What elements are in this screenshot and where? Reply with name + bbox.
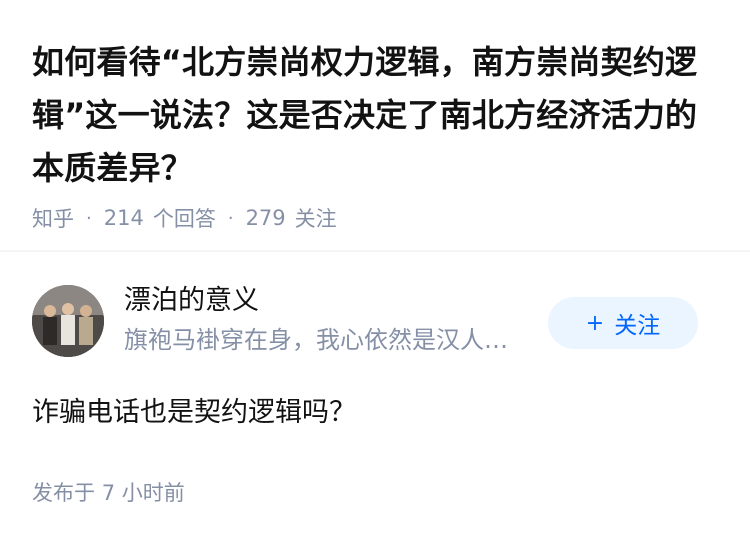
plus-icon: +: [585, 310, 605, 336]
followers-count: 279: [245, 206, 286, 230]
answers-label[interactable]: 个回答: [153, 203, 216, 233]
question-meta: 知乎 · 214 个回答 · 279 关注: [32, 203, 716, 233]
dot-separator-icon: ·: [86, 207, 92, 229]
follow-button-label: 关注: [614, 313, 661, 339]
followers-label[interactable]: 关注: [295, 203, 337, 233]
answer-content[interactable]: 诈骗电话也是契约逻辑吗？: [32, 393, 698, 433]
author-name[interactable]: 漂泊的意义: [124, 281, 534, 321]
answer-timestamp: 发布于 7 小时前: [32, 477, 698, 507]
avatar[interactable]: [32, 285, 104, 357]
question-header: 如何看待“北方崇尚权力逻辑，南方崇尚契约逻辑”这一说法？这是否决定了南北方经济活…: [0, 0, 750, 231]
answers-count: 214: [103, 206, 144, 230]
source-label: 知乎: [32, 207, 74, 231]
dot-separator-icon: ·: [227, 207, 234, 229]
author-info: 漂泊的意义 旗袍马褂穿在身，我心依然是汉人…: [124, 281, 534, 357]
author-bio: 旗袍马褂穿在身，我心依然是汉人…: [124, 326, 508, 354]
group-photo-avatar-icon: [32, 285, 104, 357]
section-divider: [0, 250, 750, 252]
timestamp-value: 7 小时前: [101, 481, 185, 505]
question-title[interactable]: 如何看待“北方崇尚权力逻辑，南方崇尚契约逻辑”这一说法？这是否决定了南北方经济活…: [32, 36, 716, 195]
follow-button[interactable]: + 关注: [548, 297, 698, 349]
timestamp-prefix: 发布于: [32, 481, 95, 505]
answer-card: 漂泊的意义 旗袍马褂穿在身，我心依然是汉人… + 关注 诈骗电话也是契约逻辑吗？…: [32, 281, 698, 507]
author-row: 漂泊的意义 旗袍马褂穿在身，我心依然是汉人… + 关注: [32, 281, 698, 365]
zhihu-answer-page: 如何看待“北方崇尚权力逻辑，南方崇尚契约逻辑”这一说法？这是否决定了南北方经济活…: [0, 0, 750, 540]
